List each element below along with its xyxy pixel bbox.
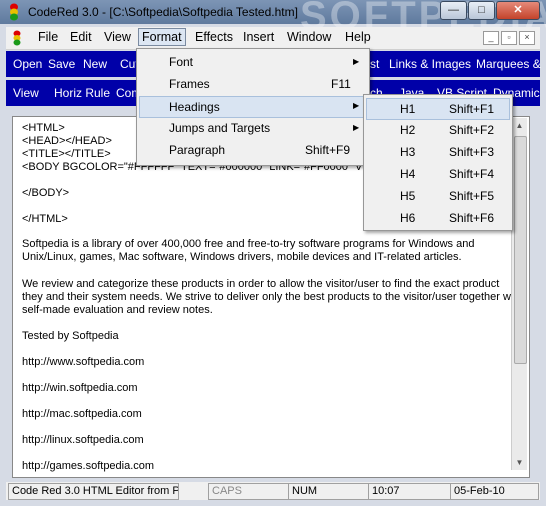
editor-line: <TITLE></TITLE>	[22, 148, 111, 160]
submenu-arrow-icon: ▶	[353, 123, 360, 132]
menu-format[interactable]: Format	[138, 28, 186, 46]
toolbar-new-button[interactable]: New	[83, 57, 107, 71]
editor-line: Softpedia is a library of over 400,000 f…	[22, 238, 475, 250]
toolbar-marquees-button[interactable]: Marquees &	[476, 57, 541, 71]
mdi-minimize-button[interactable]: _	[483, 31, 499, 45]
headings-menu-h2[interactable]: H2 Shift+F2	[366, 120, 508, 140]
editor-line: We review and categorize these products …	[22, 278, 500, 290]
submenu-arrow-icon: ▶	[353, 57, 360, 66]
menu-view[interactable]: View	[104, 30, 131, 44]
status-date: 05-Feb-10	[450, 483, 539, 500]
toolbar-save-button[interactable]: Save	[48, 57, 75, 71]
format-menu-paragraph[interactable]: Paragraph Shift+F9	[139, 140, 365, 160]
app-icon	[10, 3, 18, 21]
editor-line: </BODY>	[22, 187, 70, 199]
format-menu: Font ▶ Frames F11 Headings ▶ Jumps and T…	[136, 48, 370, 166]
editor-line: </HTML>	[22, 213, 68, 225]
toolbar-open-button[interactable]: Open	[13, 57, 42, 71]
toolbar-horiz-rule-button[interactable]: Horiz Rule	[54, 86, 110, 100]
editor-line: <HTML>	[22, 122, 65, 134]
editor-line: http://mac.softpedia.com	[22, 408, 142, 420]
scroll-up-icon[interactable]: ▲	[512, 118, 527, 133]
headings-menu-h4[interactable]: H4 Shift+F4	[366, 164, 508, 184]
submenu-arrow-icon: ▶	[353, 101, 360, 110]
status-num: NUM	[288, 483, 369, 500]
mdi-close-button[interactable]: ×	[519, 31, 535, 45]
format-menu-font[interactable]: Font ▶	[139, 52, 365, 72]
menu-insert[interactable]: Insert	[243, 30, 274, 44]
minimize-button[interactable]: —	[440, 1, 467, 20]
editor-line: http://www.softpedia.com	[22, 356, 145, 368]
editor-line: Tested by Softpedia	[22, 330, 119, 342]
editor-line: http://win.softpedia.com	[22, 382, 138, 394]
menu-help[interactable]: Help	[345, 30, 371, 44]
status-time: 10:07	[368, 483, 451, 500]
status-app-name: Code Red 3.0 HTML Editor from Phil Mill	[8, 483, 179, 500]
toolbar-view-button[interactable]: View	[13, 86, 39, 100]
scroll-thumb[interactable]	[514, 136, 527, 364]
editor-line: Unix/Linux, games, Mac software, Windows…	[22, 251, 462, 263]
vertical-scrollbar[interactable]: ▲ ▼	[511, 118, 527, 470]
status-bar: Code Red 3.0 HTML Editor from Phil Mill …	[6, 482, 540, 500]
menu-file[interactable]: File	[38, 30, 58, 44]
format-menu-jumps-targets[interactable]: Jumps and Targets ▶	[139, 118, 365, 138]
menu-window[interactable]: Window	[287, 30, 331, 44]
editor-line: http://linux.softpedia.com	[22, 434, 144, 446]
title-bar[interactable]: CodeRed 3.0 - [C:\Softpedia\Softpedia Te…	[0, 0, 546, 38]
toolbar-list-button[interactable]: st	[370, 57, 379, 71]
menu-effects[interactable]: Effects	[195, 30, 233, 44]
document-icon[interactable]	[11, 30, 23, 46]
maximize-button[interactable]: □	[468, 1, 495, 20]
editor-line: http://games.softpedia.com	[22, 460, 155, 472]
menu-edit[interactable]: Edit	[70, 30, 92, 44]
app-window: CodeRed 3.0 - [C:\Softpedia\Softpedia Te…	[0, 0, 546, 506]
format-menu-headings[interactable]: Headings ▶	[139, 96, 367, 118]
scroll-down-icon[interactable]: ▼	[512, 455, 527, 470]
toolbar-links-images-button[interactable]: Links & Images	[389, 57, 471, 71]
close-button[interactable]: ✕	[496, 1, 540, 20]
headings-menu-h5[interactable]: H5 Shift+F5	[366, 186, 508, 206]
window-title: CodeRed 3.0 - [C:\Softpedia\Softpedia Te…	[28, 5, 298, 19]
editor-line: <HEAD></HEAD>	[22, 135, 112, 147]
headings-menu-h6[interactable]: H6 Shift+F6	[366, 208, 508, 228]
headings-menu-h1[interactable]: H1 Shift+F1	[366, 98, 510, 120]
editor-line: they and their system needs. We strive t…	[22, 291, 523, 303]
status-caps: CAPS	[208, 483, 289, 500]
mdi-restore-button[interactable]: ▫	[501, 31, 517, 45]
headings-submenu: H1 Shift+F1 H2 Shift+F2 H3 Shift+F3 H4 S…	[363, 94, 513, 231]
headings-menu-h3[interactable]: H3 Shift+F3	[366, 142, 508, 162]
format-menu-frames[interactable]: Frames F11	[139, 74, 365, 94]
menu-bar: File Edit View Format Effects Insert Win…	[6, 27, 540, 50]
editor-line: self-made evaluation and review notes.	[22, 304, 213, 316]
